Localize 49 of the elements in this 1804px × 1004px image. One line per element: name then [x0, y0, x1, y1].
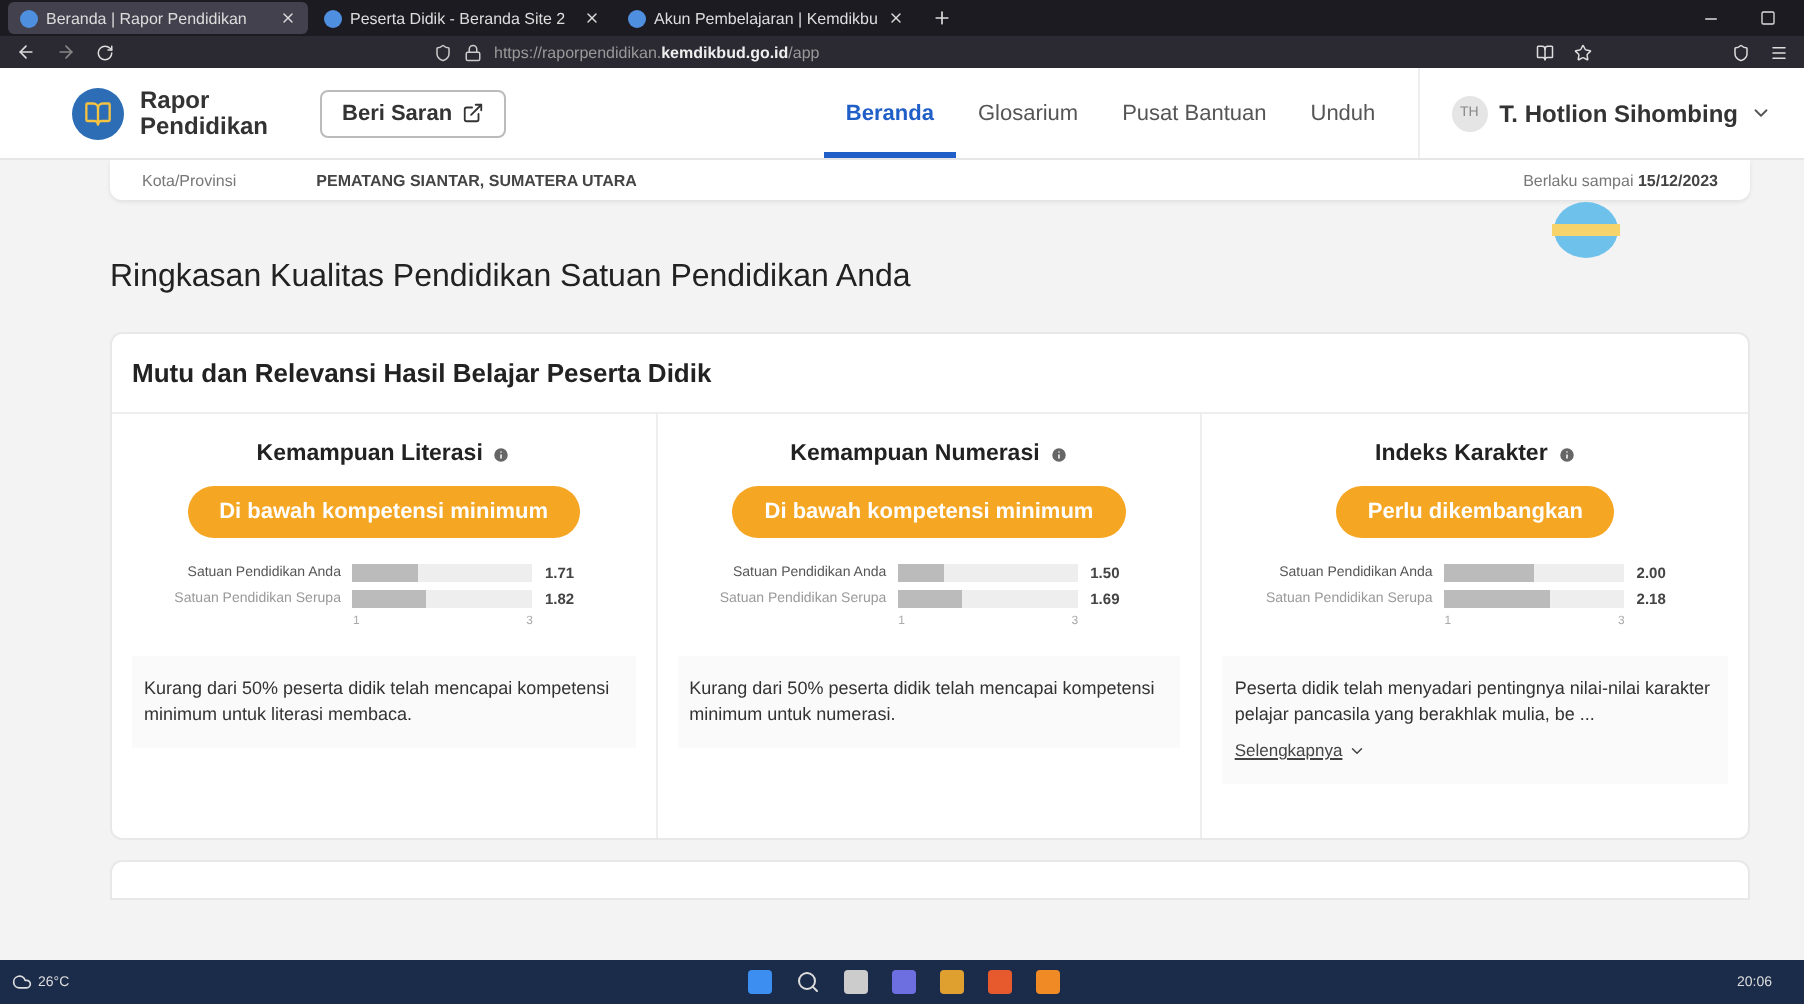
weather-icon	[12, 972, 32, 992]
browser-tab[interactable]: Akun Pembelajaran | Kemdikbu	[616, 2, 916, 34]
logo-icon	[72, 87, 124, 139]
shield-icon	[434, 43, 452, 61]
description-text: Kurang dari 50% peserta didik telah mencapai kompetensi minimum untuk numerasi.	[689, 678, 1155, 724]
section-title: Ringkasan Kualitas Pendidikan Satuan Pendidikan Anda	[110, 260, 913, 296]
favicon-icon	[628, 9, 646, 27]
close-icon[interactable]	[280, 10, 296, 26]
status-pill: Perlu dikembangkan	[1335, 486, 1615, 538]
back-icon[interactable]	[16, 42, 36, 62]
maximize-icon[interactable]	[1760, 10, 1776, 26]
metric-title: Kemampuan Literasi	[256, 442, 483, 466]
browser-tab[interactable]: Peserta Didik - Beranda Site 2	[312, 2, 612, 34]
feedback-button[interactable]: Beri Saran	[320, 89, 507, 137]
favicon-icon	[20, 9, 38, 27]
description-text: Peserta didik telah menyadari pentingnya nilai-nilai karakter pelajar pancasila yang berakhlak mulia, be ...	[1234, 678, 1710, 724]
metric-title: Indeks Karakter	[1375, 442, 1548, 466]
star-icon[interactable]	[1574, 43, 1592, 61]
nav-link[interactable]: Pusat Bantuan	[1100, 68, 1289, 158]
status-pill: Di bawah kompetensi minimum	[732, 486, 1126, 538]
field-value: PEMATANG SIANTAR, SUMATERA UTARA	[316, 171, 637, 189]
user-name[interactable]: T. Hotlion Sihombing	[1499, 99, 1738, 127]
close-icon[interactable]	[584, 10, 600, 26]
info-icon[interactable]	[1557, 445, 1576, 463]
external-link-icon	[462, 102, 485, 124]
lock-icon	[464, 43, 482, 61]
info-icon[interactable]	[492, 445, 511, 463]
reload-icon[interactable]	[96, 43, 114, 61]
nav-link[interactable]: Glosarium	[955, 68, 1101, 158]
info-icon[interactable]	[1049, 445, 1068, 463]
logo-text: Rapor Pendidikan	[140, 87, 269, 139]
description-text: Kurang dari 50% peserta didik telah mencapai kompetensi minimum untuk literasi membaca.	[144, 678, 610, 724]
panel-title: Mutu dan Relevansi Hasil Belajar Peserta Didik	[112, 334, 1748, 414]
search-icon[interactable]	[795, 970, 820, 994]
new-tab-icon[interactable]	[932, 8, 952, 28]
favicon-icon	[324, 9, 342, 27]
metric-title: Kemampuan Numerasi	[790, 442, 1040, 466]
validity-text: Berlaku sampai 15/12/2023	[1523, 171, 1718, 189]
menu-icon[interactable]	[1770, 43, 1788, 61]
more-link[interactable]: Selengkapnya	[1234, 738, 1367, 764]
field-label: Kota/Provinsi	[142, 171, 237, 189]
url-field[interactable]: https://raporpendidikan.kemdikbud.go.id/app	[494, 43, 820, 61]
status-pill: Di bawah kompetensi minimum	[187, 486, 581, 538]
nav-link[interactable]: Unduh	[1288, 68, 1398, 158]
chevron-down-icon	[1348, 742, 1367, 760]
browser-tab[interactable]: Beranda | Rapor Pendidikan	[8, 2, 308, 34]
forward-icon[interactable]	[56, 42, 76, 62]
reader-icon[interactable]	[1536, 43, 1554, 61]
close-icon[interactable]	[888, 10, 904, 26]
